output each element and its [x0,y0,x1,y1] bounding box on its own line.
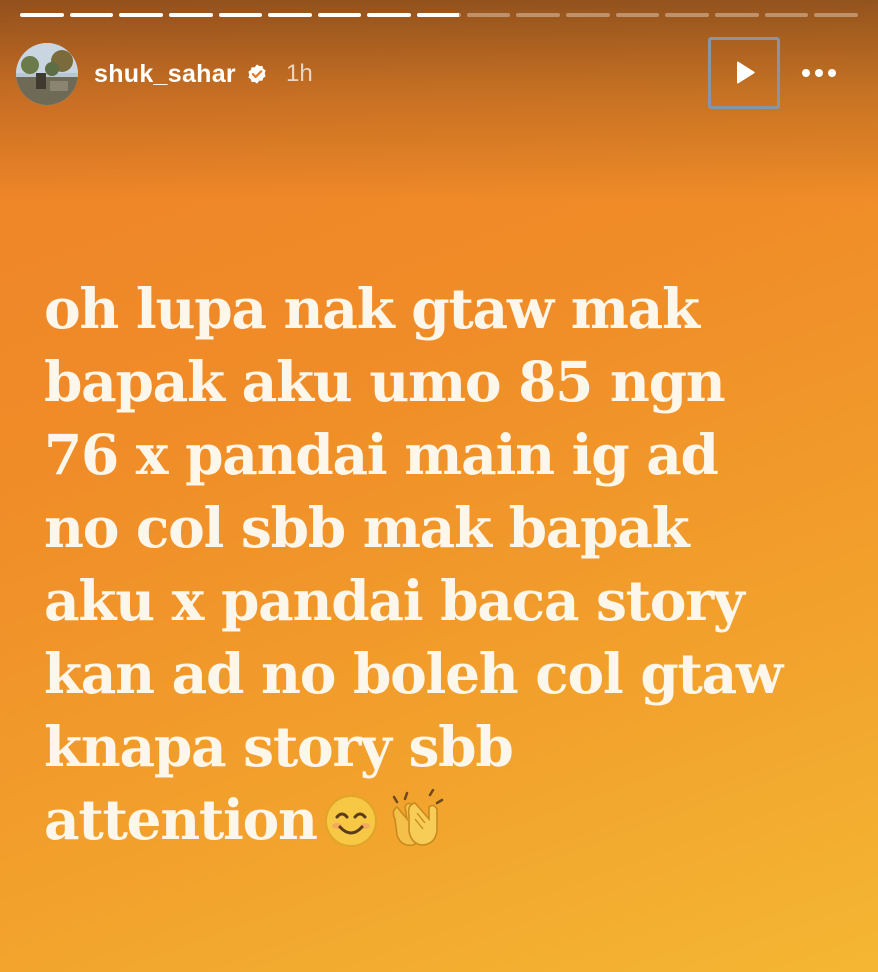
story-text-line: 76 x pandai main ig ad [44,422,719,487]
story-text: oh lupa nak gtaw mak bapak aku umo 85 ng… [44,272,854,866]
progress-segment-fill [317,13,362,17]
story-header: shuk_sahar 1h [16,42,313,106]
progress-segment [814,13,858,17]
more-horizontal-icon [815,69,823,77]
post-time: 1h [285,60,313,87]
story-viewer[interactable]: shuk_sahar 1h oh lupa nak gtaw mak bapak… [0,0,878,972]
progress-segment [466,13,511,17]
avatar[interactable] [16,43,78,105]
more-horizontal-icon [802,69,810,77]
story-text-line: kan ad no boleh col gtaw [44,641,783,706]
play-button[interactable] [708,37,780,109]
progress-segment-fill [20,13,64,17]
progress-segment [268,13,312,17]
story-text-line: aku x pandai baca story [44,568,745,633]
story-text-line: bapak aku umo 85 ngn [44,349,726,414]
progress-segment-fill [367,13,412,17]
play-icon [737,61,755,84]
progress-segment-fill [417,13,459,17]
story-text-line: oh lupa nak gtaw mak [44,276,700,341]
progress-segment-fill [218,13,263,17]
more-horizontal-icon [828,69,836,77]
progress-segment [218,13,263,17]
progress-segment [69,13,114,17]
clapping-hands-emoji [385,788,447,866]
progress-segment [615,13,660,17]
story-progress-bar [20,13,858,17]
progress-segment [367,13,412,17]
story-text-line: knapa story sbb [44,714,514,779]
smiling-face-emoji [323,793,379,866]
progress-segment-fill [69,13,114,17]
progress-segment [665,13,709,17]
progress-segment-fill [119,13,163,17]
progress-segment-fill [168,13,213,17]
progress-segment [119,13,163,17]
progress-segment [168,13,213,17]
avatar-photo-icon [16,43,78,105]
progress-segment [516,13,561,17]
progress-segment [317,13,362,17]
story-text-line: no col sbb mak bapak [44,495,690,560]
progress-segment [566,13,610,17]
progress-segment [714,13,759,17]
username[interactable]: shuk_sahar [94,60,236,89]
progress-segment [417,13,461,17]
story-text-line-last: attention [44,783,854,866]
more-options-button[interactable] [795,55,843,91]
story-text-line: attention [44,787,318,852]
progress-segment-fill [268,13,312,17]
verified-badge-icon [246,63,268,85]
progress-segment [20,13,64,17]
progress-segment [764,13,809,17]
